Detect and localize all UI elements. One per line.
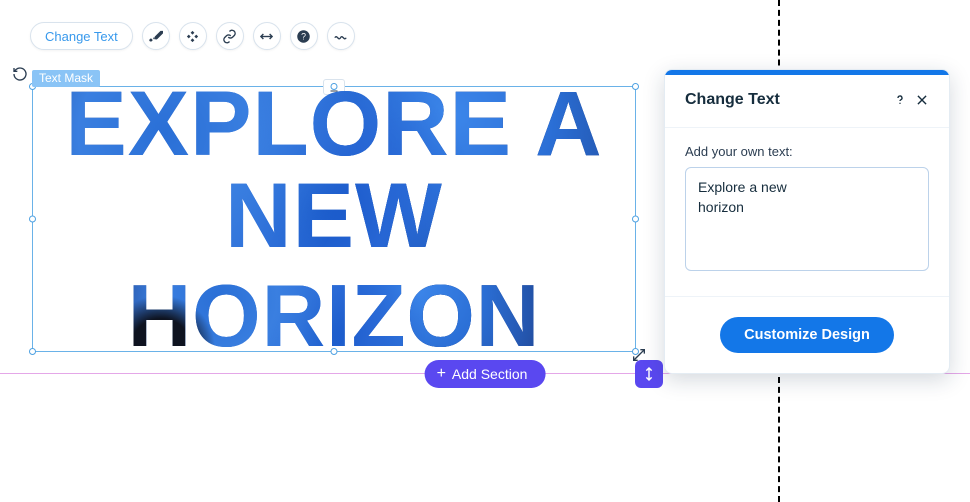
- panel-title: Change Text: [685, 91, 889, 109]
- animation-icon[interactable]: [179, 22, 207, 50]
- plus-icon: +: [437, 366, 446, 382]
- panel-body: Add your own text:: [665, 128, 949, 297]
- stretch-vertical-button[interactable]: [635, 360, 663, 388]
- link-icon[interactable]: [216, 22, 244, 50]
- customize-design-button[interactable]: Customize Design: [720, 317, 894, 353]
- change-text-panel: Change Text Add your own text: Customize…: [664, 69, 950, 374]
- close-icon[interactable]: [911, 89, 933, 111]
- mask-text-line1: EXPLORE A NEW: [33, 78, 635, 262]
- panel-help-icon[interactable]: [889, 89, 911, 111]
- add-section-label: Add Section: [452, 366, 528, 382]
- help-icon[interactable]: ?: [290, 22, 318, 50]
- wave-icon[interactable]: [327, 22, 355, 50]
- text-mask-content[interactable]: EXPLORE A NEW HORIZON: [33, 87, 635, 351]
- element-tag: Text Mask: [32, 70, 100, 87]
- panel-header: Change Text: [665, 75, 949, 128]
- selection-frame[interactable]: EXPLORE A NEW HORIZON: [32, 86, 636, 352]
- svg-text:?: ?: [301, 31, 306, 41]
- mask-text-line2: HORIZON: [128, 272, 541, 360]
- panel-footer: Customize Design: [665, 297, 949, 373]
- text-content-input[interactable]: [685, 167, 929, 271]
- resize-cursor-icon: [631, 347, 647, 363]
- stretch-horizontal-icon[interactable]: [253, 22, 281, 50]
- panel-field-label: Add your own text:: [685, 144, 929, 159]
- change-text-button[interactable]: Change Text: [30, 22, 133, 50]
- floating-toolbar: Change Text ?: [30, 22, 355, 50]
- brush-icon[interactable]: [142, 22, 170, 50]
- undo-icon[interactable]: [10, 64, 30, 84]
